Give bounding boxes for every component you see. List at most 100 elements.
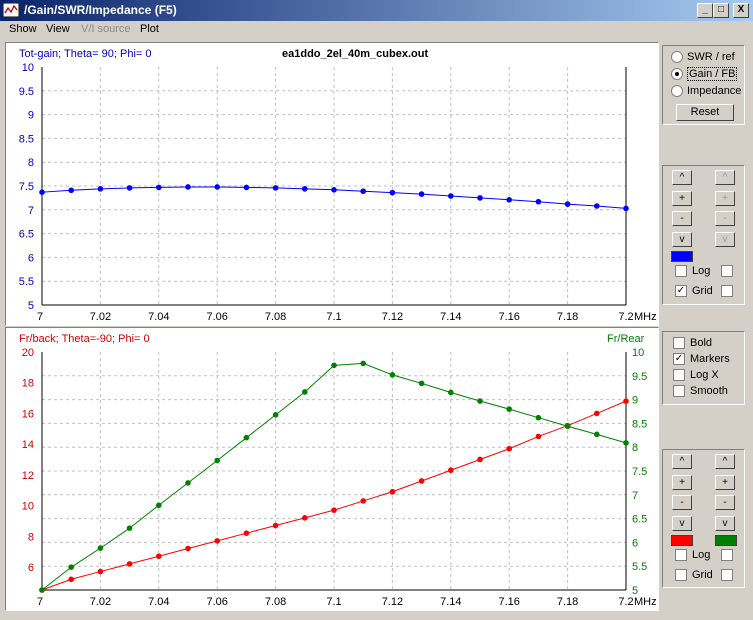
- frback-x-tick-label: 7.2: [618, 596, 633, 608]
- gain-y-tick-label: 5.5: [19, 276, 34, 288]
- gain-scale-plus-button[interactable]: +: [672, 191, 692, 206]
- frback-series-marker: [243, 530, 250, 536]
- gain-right-up-button[interactable]: ^: [715, 170, 735, 185]
- bold-box[interactable]: [673, 337, 685, 350]
- frback-log-label: Log: [692, 549, 711, 561]
- gain-series-marker: [185, 184, 191, 190]
- gain-scale-minus-button[interactable]: -: [672, 211, 692, 226]
- frback-y-tick-label: 12: [22, 470, 34, 482]
- gain-scale-down-button[interactable]: v: [672, 232, 692, 247]
- gain-right-plus-button[interactable]: +: [715, 191, 735, 206]
- radio-gain-fb-label: Gain / FB: [687, 67, 738, 81]
- frback-x-tick-label: 7.12: [382, 596, 403, 608]
- radio-impedance[interactable]: Impedance: [671, 85, 741, 99]
- menu-show[interactable]: Show: [9, 23, 37, 35]
- frrear-series-marker: [214, 457, 220, 464]
- frback-x-tick-label: 7.06: [206, 596, 227, 608]
- gain-y-tick-label: 9: [28, 110, 34, 122]
- frback-color-swatch[interactable]: [671, 535, 693, 546]
- frback-y-tick-label: 6: [28, 562, 34, 574]
- gain-color-swatch[interactable]: [671, 251, 693, 262]
- gain-series-marker: [360, 188, 367, 195]
- gain-series-marker: [389, 189, 396, 196]
- frrear-log-checkbox[interactable]: [721, 549, 738, 563]
- radio-gain-fb[interactable]: Gain / FB: [671, 67, 738, 82]
- frrear-scale-plus-button[interactable]: +: [715, 475, 735, 490]
- frback-x-tick-label: 7.08: [265, 596, 286, 608]
- smooth-box[interactable]: [673, 385, 685, 398]
- frback-scale-group: ^ + - v ^ + - v Log Grid: [662, 449, 745, 588]
- radio-impedance-dot[interactable]: [671, 85, 683, 98]
- frback-x-tick-label: 7.04: [148, 596, 169, 608]
- frback-scale-minus-button[interactable]: -: [672, 495, 692, 510]
- gain-series-marker: [564, 201, 571, 207]
- gain-series-marker: [506, 197, 512, 203]
- gain-grid-right-checkbox[interactable]: [721, 285, 738, 299]
- frrear-series-marker: [156, 502, 162, 509]
- markers-box[interactable]: ✓: [673, 353, 685, 366]
- frrear-series-marker: [126, 525, 133, 531]
- gain-series-marker: [214, 184, 220, 190]
- bold-checkbox[interactable]: Bold: [673, 337, 712, 351]
- frback-series-marker: [506, 445, 512, 452]
- reset-button[interactable]: Reset: [676, 104, 734, 121]
- radio-swr-label: SWR / ref: [687, 51, 735, 63]
- gain-series-marker: [331, 187, 337, 193]
- gain-log-box[interactable]: [675, 265, 687, 278]
- gain-right-minus-button[interactable]: -: [715, 211, 735, 226]
- gain-grid-right-box[interactable]: [721, 285, 733, 298]
- frback-scale-up-button[interactable]: ^: [672, 454, 692, 469]
- frrear-series-marker: [448, 389, 454, 396]
- gain-y-tick-label: 6.5: [19, 229, 34, 241]
- gain-x-tick-label: 7.08: [265, 311, 286, 323]
- logx-box[interactable]: [673, 369, 685, 382]
- frrear-log-box[interactable]: [721, 549, 733, 562]
- frback-log-checkbox[interactable]: Log: [675, 549, 710, 563]
- gain-log-right-checkbox[interactable]: [721, 265, 738, 279]
- frback-x-tick-label: 7.18: [557, 596, 578, 608]
- frback-scale-plus-button[interactable]: +: [672, 475, 692, 490]
- frback-log-box[interactable]: [675, 549, 687, 562]
- gain-right-down-button[interactable]: v: [715, 232, 735, 247]
- gain-log-checkbox[interactable]: Log: [675, 265, 710, 279]
- minimize-button[interactable]: _: [697, 3, 713, 18]
- frback-grid-box[interactable]: [675, 569, 687, 582]
- gain-grid-box[interactable]: ✓: [675, 285, 687, 298]
- logx-label: Log X: [690, 369, 719, 381]
- menu-view[interactable]: View: [46, 23, 70, 35]
- smooth-checkbox[interactable]: Smooth: [673, 385, 728, 399]
- frrear-scale-down-button[interactable]: v: [715, 516, 735, 531]
- maximize-button[interactable]: □: [713, 3, 729, 18]
- frrear-grid-box[interactable]: [721, 569, 733, 582]
- markers-checkbox[interactable]: ✓ Markers: [673, 353, 730, 367]
- radio-swr-dot[interactable]: [671, 51, 683, 64]
- close-button[interactable]: X: [733, 3, 749, 18]
- gain-x-tick-label: 7.2: [618, 311, 633, 323]
- gain-grid-checkbox[interactable]: ✓ Grid: [675, 285, 713, 299]
- gain-x-tick-label: 7.06: [206, 311, 227, 323]
- gain-x-tick-label: 7.1: [326, 311, 341, 323]
- frrear-grid-checkbox[interactable]: [721, 569, 738, 583]
- gain-scale-up-button[interactable]: ^: [672, 170, 692, 185]
- gain-series-marker: [418, 191, 425, 197]
- menu-plot[interactable]: Plot: [140, 23, 159, 35]
- frback-x-tick-label: 7.1: [326, 596, 341, 608]
- frback-scale-down-button[interactable]: v: [672, 516, 692, 531]
- frback-series-marker: [477, 456, 483, 463]
- gain-log-right-box[interactable]: [721, 265, 733, 278]
- frback-series-marker: [535, 433, 542, 440]
- gain-y-tick-label: 6: [28, 252, 34, 264]
- radio-swr[interactable]: SWR / ref: [671, 51, 735, 65]
- radio-gain-fb-dot[interactable]: [671, 68, 683, 81]
- frback-series-marker: [272, 522, 279, 529]
- frback-grid-checkbox[interactable]: Grid: [675, 569, 713, 583]
- menu-vi-source[interactable]: V/I source: [81, 23, 131, 35]
- logx-checkbox[interactable]: Log X: [673, 369, 719, 383]
- frrear-color-swatch[interactable]: [715, 535, 737, 546]
- frback-x-tick-label: 7.02: [90, 596, 111, 608]
- bold-label: Bold: [690, 337, 713, 349]
- frrear-series-marker: [272, 412, 279, 418]
- frrear-scale-minus-button[interactable]: -: [715, 495, 735, 510]
- frrear-y-tick-label: 8.5: [632, 418, 647, 430]
- frrear-scale-up-button[interactable]: ^: [715, 454, 735, 469]
